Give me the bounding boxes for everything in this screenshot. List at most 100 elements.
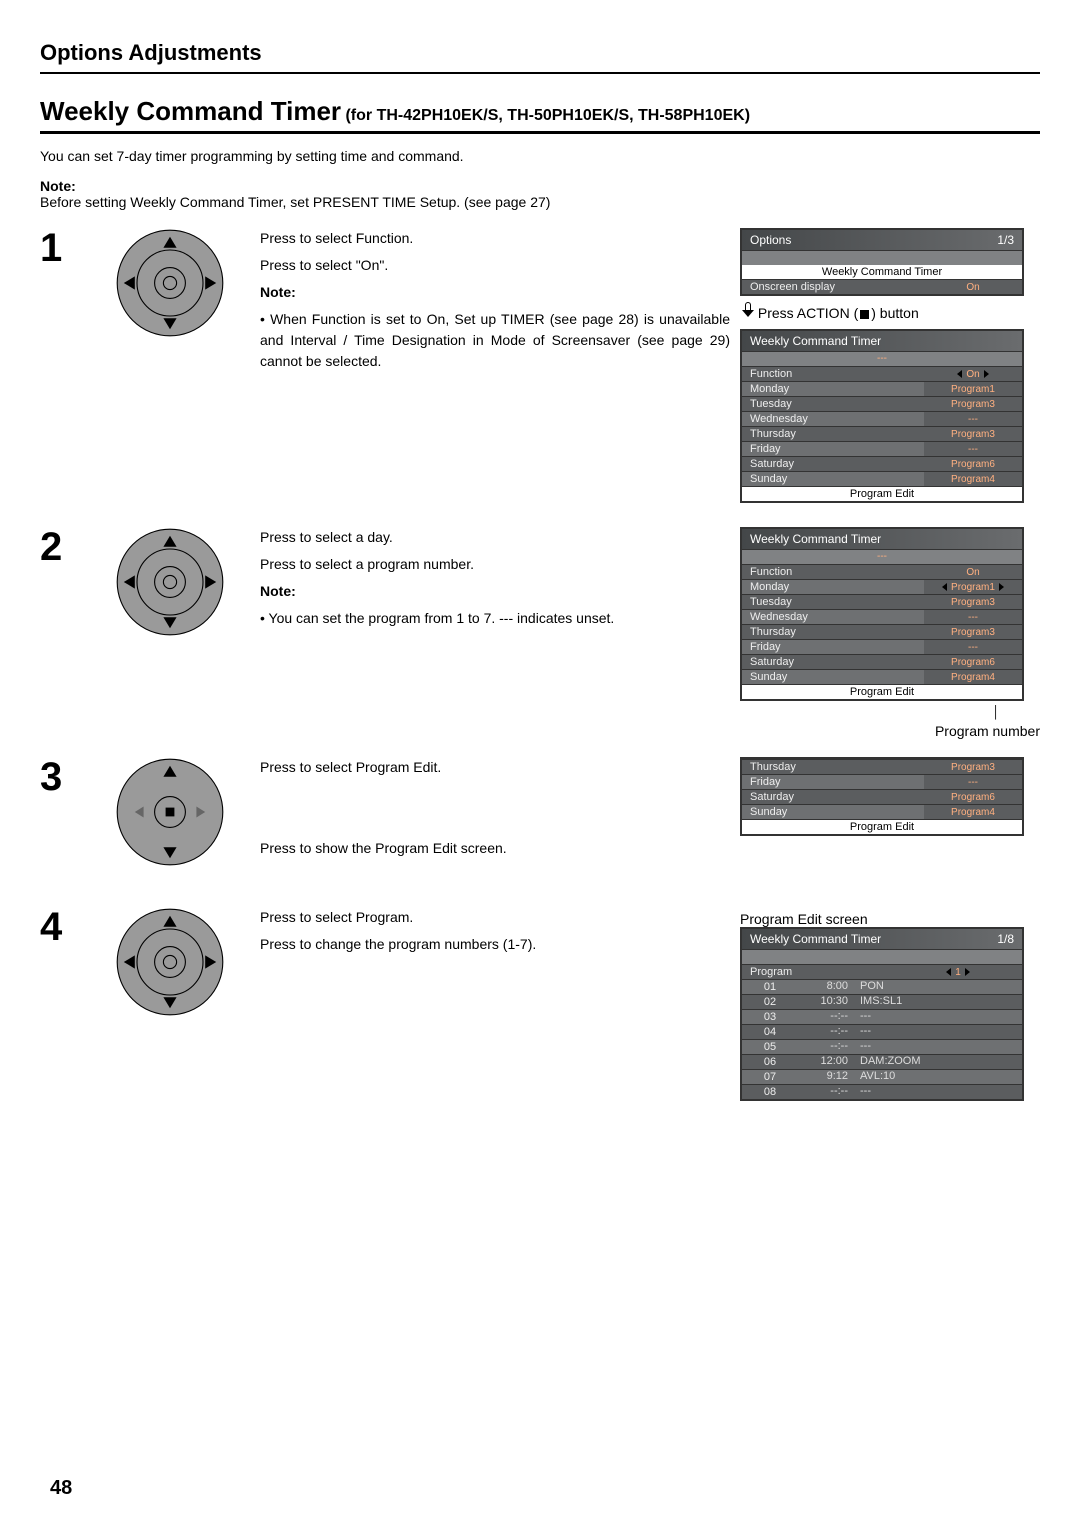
- osd-row-label: Thursday: [742, 427, 924, 441]
- osd-row-label: Wednesday: [742, 412, 924, 426]
- osd-row-value: Program4: [924, 805, 1022, 819]
- osd-row: SundayProgram4: [742, 669, 1022, 684]
- osd-row: Wednesday---: [742, 609, 1022, 624]
- step-number: 2: [40, 527, 90, 567]
- osd-row-value: ---: [924, 412, 1022, 426]
- osd-row-label: Wednesday: [742, 610, 924, 624]
- osd-row-value: Program4: [924, 472, 1022, 486]
- pointer-line: │: [740, 705, 1040, 719]
- osd-title: Weekly Command Timer: [750, 932, 881, 946]
- pe-index: 02: [742, 995, 798, 1009]
- osd-row: TuesdayProgram3: [742, 396, 1022, 411]
- pe-time: --:--: [798, 1010, 854, 1024]
- global-note: Note: Before setting Weekly Command Time…: [40, 178, 1040, 210]
- step-number: 4: [40, 907, 90, 947]
- osd-row-value: Program3: [924, 760, 1022, 774]
- pe-row: 05--:-----: [742, 1039, 1022, 1054]
- osd-row: Friday---: [742, 639, 1022, 654]
- osd-row-label: Friday: [742, 775, 924, 789]
- osd-row-value: On: [924, 367, 1022, 381]
- pe-index: 01: [742, 980, 798, 994]
- step2-line2: Press to select a program number.: [260, 554, 730, 575]
- osd-row: FunctionOn: [742, 366, 1022, 381]
- stop-icon: [860, 310, 869, 319]
- osd-row: MondayProgram1: [742, 381, 1022, 396]
- step-2: 2 Press to select a day. Press to select…: [40, 527, 1040, 739]
- pe-time: --:--: [798, 1085, 854, 1099]
- osd-row: ThursdayProgram3: [742, 426, 1022, 441]
- osd-row: Friday---: [742, 441, 1022, 456]
- section-header: Options Adjustments: [40, 40, 1040, 74]
- osd-row-label: Function: [742, 367, 924, 381]
- osd-row-label: Sunday: [742, 805, 924, 819]
- osd-row-value: Program3: [924, 625, 1022, 639]
- osd-row: Friday---: [742, 774, 1022, 789]
- osd-row-value: Program3: [924, 595, 1022, 609]
- pe-index: 08: [742, 1085, 798, 1099]
- osd-row-value: ---: [924, 610, 1022, 624]
- osd-row-value: Program1: [924, 580, 1022, 594]
- osd-row-value: ---: [924, 442, 1022, 456]
- osd-row: SundayProgram4: [742, 804, 1022, 819]
- osd-row-label: Thursday: [742, 625, 924, 639]
- osd-page: 1/8: [997, 932, 1014, 946]
- osd-title: Weekly Command Timer: [750, 532, 881, 546]
- step2-line1: Press to select a day.: [260, 527, 730, 548]
- osd-program-row: Program1: [742, 964, 1022, 979]
- osd-row-value: Program6: [924, 655, 1022, 669]
- osd-title: Weekly Command Timer: [750, 334, 881, 348]
- osd-row: Weekly Command Timer: [742, 265, 1022, 279]
- osd-row-label: Sunday: [742, 670, 924, 684]
- osd-footer: Program Edit: [742, 819, 1022, 834]
- pe-time: --:--: [798, 1025, 854, 1039]
- osd-row-label: Monday: [742, 580, 924, 594]
- pe-command: DAM:ZOOM: [854, 1055, 1022, 1069]
- pe-command: PON: [854, 980, 1022, 994]
- step1-line1: Press to select Function.: [260, 228, 730, 249]
- osd-row-label: Monday: [742, 382, 924, 396]
- osd-row-value: On: [924, 280, 1022, 294]
- dpad-icon: [115, 228, 225, 338]
- osd-row-value: ---: [924, 640, 1022, 654]
- step-number: 3: [40, 757, 90, 797]
- osd-row: ThursdayProgram3: [742, 624, 1022, 639]
- dpad-icon: [115, 527, 225, 637]
- pe-index: 06: [742, 1055, 798, 1069]
- step-4: 4 Press to select Program. Press to chan…: [40, 907, 1040, 1107]
- osd-row-label: Friday: [742, 640, 924, 654]
- title-main: Weekly Command Timer: [40, 96, 341, 126]
- osd-row: SaturdayProgram6: [742, 456, 1022, 471]
- dpad-icon: [115, 907, 225, 1017]
- pe-command: ---: [854, 1025, 1022, 1039]
- pe-row: 04--:-----: [742, 1024, 1022, 1039]
- arrow-down-icon: [740, 302, 754, 318]
- osd-row-label: Tuesday: [742, 595, 924, 609]
- osd-row-value: Program4: [924, 670, 1022, 684]
- action-caption: Press ACTION () button: [740, 302, 1040, 321]
- osd-row: SaturdayProgram6: [742, 654, 1022, 669]
- pe-time: 10:30: [798, 995, 854, 1009]
- title-sub: (for TH-42PH10EK/S, TH-50PH10EK/S, TH-58…: [341, 107, 750, 124]
- pe-row: 0612:00DAM:ZOOM: [742, 1054, 1022, 1069]
- osd-row: ThursdayProgram3: [742, 759, 1022, 774]
- pe-row: 08--:-----: [742, 1084, 1022, 1099]
- osd-row-label: Tuesday: [742, 397, 924, 411]
- osd-page: 1/3: [997, 233, 1014, 247]
- osd-row: MondayProgram1: [742, 579, 1022, 594]
- step-3: 3 Press to select Program Edit. Press to…: [40, 757, 1040, 867]
- note-label: Note:: [40, 178, 76, 194]
- page-number: 48: [50, 1477, 72, 1500]
- osd-program-edit: Weekly Command Timer1/8Program1018:00PON…: [740, 927, 1024, 1101]
- program-label: Program: [742, 965, 894, 979]
- osd-footer: Program Edit: [742, 684, 1022, 699]
- note-label: Note:: [260, 284, 296, 300]
- step-number: 1: [40, 228, 90, 268]
- step-1: 1 Press to select Function. Press to sel…: [40, 228, 1040, 509]
- step1-line2: Press to select "On".: [260, 255, 730, 276]
- osd-row-value: Program3: [924, 397, 1022, 411]
- osd-row-label: Thursday: [742, 760, 924, 774]
- osd-options-menu: Options1/3 Weekly Command Timer Onscreen…: [740, 228, 1024, 296]
- osd-row-value: Program6: [924, 790, 1022, 804]
- osd-row-label: Friday: [742, 442, 924, 456]
- osd-footer: Program Edit: [742, 486, 1022, 501]
